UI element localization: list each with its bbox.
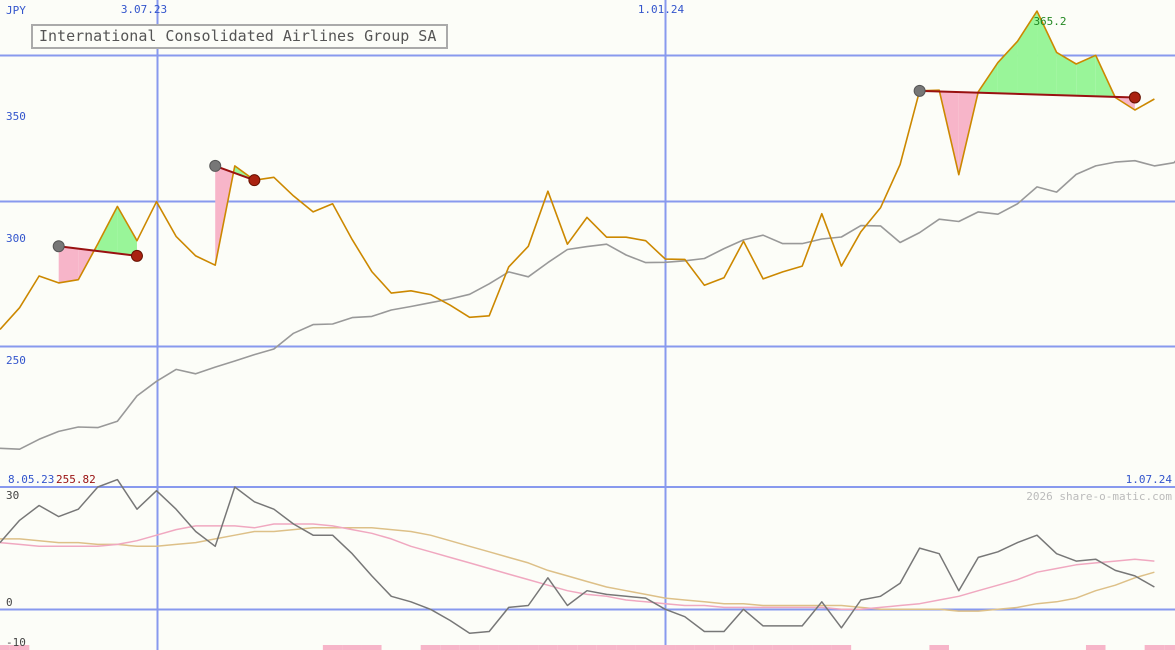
y-tick-label: 300 bbox=[6, 232, 26, 245]
chart-root: JPY 3.07.23 1.01.24 365.2 350 300 250 8.… bbox=[0, 0, 1175, 650]
grid-layer bbox=[0, 0, 1175, 650]
x-start-label: 8.05.23 bbox=[8, 473, 54, 486]
highlight-fill bbox=[1076, 55, 1096, 97]
indicator-bar bbox=[498, 645, 519, 650]
y-tick-label: 250 bbox=[6, 354, 26, 367]
chart-title: International Consolidated Airlines Grou… bbox=[39, 27, 436, 45]
indicator-bar bbox=[655, 645, 676, 650]
indicator-bar bbox=[596, 645, 617, 650]
highlight-fill bbox=[117, 206, 137, 256]
indicator-bar bbox=[361, 645, 382, 650]
indicator-bar bbox=[929, 645, 949, 650]
indicator-bar bbox=[322, 645, 343, 650]
price-line bbox=[0, 10, 1155, 331]
marker-end-dot bbox=[1128, 91, 1141, 104]
indicator-bar bbox=[733, 645, 754, 650]
watermark: 2026 share-o-matic.com bbox=[1026, 490, 1172, 503]
highlight-fill bbox=[997, 41, 1018, 94]
indicator-bar bbox=[538, 645, 558, 650]
x-tick-label: 3.07.23 bbox=[121, 3, 167, 16]
indicator-bar bbox=[694, 645, 715, 650]
indicator-bar bbox=[518, 645, 539, 650]
indicator-bar bbox=[675, 645, 695, 650]
series-lines-layer bbox=[0, 10, 1175, 635]
y-tick-label: 350 bbox=[6, 110, 26, 123]
indicator-bar bbox=[1144, 645, 1165, 650]
indicator-bar bbox=[557, 645, 578, 650]
indicator-bar bbox=[831, 645, 852, 650]
indicator-bar bbox=[812, 645, 832, 650]
marker-end-dot bbox=[130, 249, 143, 262]
indicator-bars-layer bbox=[0, 645, 1175, 650]
indicator-y-tick-label: -10 bbox=[6, 636, 26, 649]
indicator-bar bbox=[635, 645, 656, 650]
indicator-bar bbox=[440, 645, 460, 650]
currency-label: JPY bbox=[6, 4, 26, 17]
indicator-bar bbox=[772, 645, 793, 650]
indicator-bar bbox=[792, 645, 813, 650]
indicator-bar bbox=[753, 645, 773, 650]
indicator-bar bbox=[479, 645, 499, 650]
marker-start-dot bbox=[209, 159, 222, 172]
indicator-bar bbox=[459, 645, 480, 650]
x-end-label: 1.07.24 bbox=[1126, 473, 1173, 486]
marker-start-dot bbox=[52, 240, 65, 253]
max-value-label: 365.2 bbox=[1033, 15, 1066, 28]
indicator-bar bbox=[577, 645, 597, 650]
indicator-line bbox=[0, 523, 1155, 611]
indicator-bar bbox=[616, 645, 636, 650]
chart-title-box: International Consolidated Airlines Grou… bbox=[31, 24, 448, 49]
marker-start-dot bbox=[913, 84, 926, 97]
moving-average-line bbox=[0, 159, 1175, 451]
marker-end-dot bbox=[248, 174, 261, 187]
first-value-label: 255.82 bbox=[56, 473, 96, 486]
indicator-bar bbox=[714, 645, 734, 650]
highlight-fill bbox=[58, 246, 79, 283]
indicator-bar bbox=[342, 645, 362, 650]
indicator-y-tick-label: 30 bbox=[6, 489, 19, 502]
indicator-bar bbox=[1164, 645, 1175, 650]
stock-chart: JPY 3.07.23 1.01.24 365.2 350 300 250 8.… bbox=[0, 0, 1175, 650]
x-tick-label: 1.01.24 bbox=[638, 3, 685, 16]
indicator-bar bbox=[420, 645, 441, 650]
indicator-bar bbox=[1085, 645, 1106, 650]
indicator-y-tick-label: 0 bbox=[6, 596, 13, 609]
